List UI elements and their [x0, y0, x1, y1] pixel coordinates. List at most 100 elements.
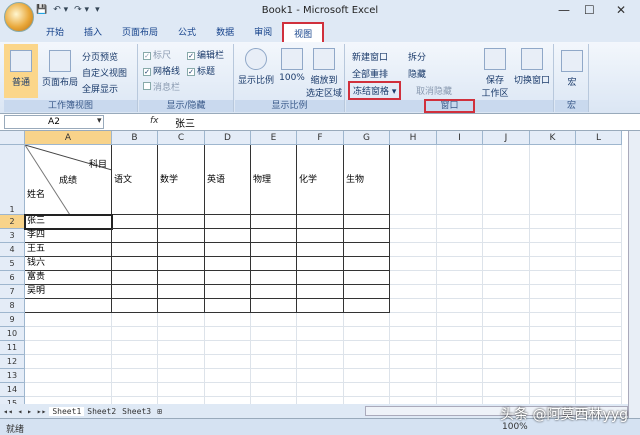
- cell-A8[interactable]: [25, 299, 112, 313]
- cell-H6[interactable]: [390, 271, 437, 285]
- cell-F2[interactable]: [297, 215, 344, 229]
- cell-J15[interactable]: [483, 397, 530, 404]
- cell-A3[interactable]: 李四: [25, 229, 112, 243]
- cell-J8[interactable]: [483, 299, 530, 313]
- cell-A15[interactable]: [25, 397, 112, 404]
- cell-A10[interactable]: [25, 327, 112, 341]
- cell-I14[interactable]: [437, 383, 483, 397]
- cell-L2[interactable]: [576, 215, 622, 229]
- column-header-G[interactable]: G: [344, 131, 390, 145]
- minimize-button[interactable]: —: [558, 3, 570, 17]
- row-header-12[interactable]: 12: [0, 355, 25, 369]
- cell-B14[interactable]: [112, 383, 158, 397]
- cell-D2[interactable]: [205, 215, 251, 229]
- cell-E15[interactable]: [251, 397, 297, 404]
- cell-H15[interactable]: [390, 397, 437, 404]
- cell-G15[interactable]: [344, 397, 390, 404]
- save-workspace-button[interactable]: 保存 工作区: [478, 48, 512, 99]
- cell-C3[interactable]: [158, 229, 205, 243]
- cell-F6[interactable]: [297, 271, 344, 285]
- cell-C1[interactable]: 数学: [158, 145, 205, 215]
- cell-J12[interactable]: [483, 355, 530, 369]
- cell-B13[interactable]: [112, 369, 158, 383]
- cell-L9[interactable]: [576, 313, 622, 327]
- column-header-K[interactable]: K: [530, 131, 576, 145]
- sheet-tab-1[interactable]: Sheet1: [49, 406, 85, 416]
- cell-K7[interactable]: [530, 285, 576, 299]
- cell-G13[interactable]: [344, 369, 390, 383]
- customize-qat-icon[interactable]: ▾: [95, 5, 100, 19]
- cell-I6[interactable]: [437, 271, 483, 285]
- custom-views-button[interactable]: 自定义视图: [82, 66, 127, 79]
- cell-K10[interactable]: [530, 327, 576, 341]
- cell-C9[interactable]: [158, 313, 205, 327]
- cell-B12[interactable]: [112, 355, 158, 369]
- cell-J3[interactable]: [483, 229, 530, 243]
- cell-J4[interactable]: [483, 243, 530, 257]
- maximize-button[interactable]: ☐: [584, 3, 595, 17]
- cell-G12[interactable]: [344, 355, 390, 369]
- cell-I12[interactable]: [437, 355, 483, 369]
- row-header-2[interactable]: 2: [0, 215, 25, 229]
- cell-A11[interactable]: [25, 341, 112, 355]
- cell-B5[interactable]: [112, 257, 158, 271]
- cell-E14[interactable]: [251, 383, 297, 397]
- insert-function-icon[interactable]: fx: [150, 116, 159, 126]
- cell-L4[interactable]: [576, 243, 622, 257]
- save-icon[interactable]: 💾: [36, 5, 47, 19]
- cell-J10[interactable]: [483, 327, 530, 341]
- cell-J11[interactable]: [483, 341, 530, 355]
- cell-I1[interactable]: [437, 145, 483, 215]
- zoom-100-button[interactable]: 100%: [275, 48, 309, 83]
- row-header-3[interactable]: 3: [0, 229, 25, 243]
- gridlines-checkbox[interactable]: ✓ 网格线: [143, 64, 180, 77]
- cell-F7[interactable]: [297, 285, 344, 299]
- cell-D3[interactable]: [205, 229, 251, 243]
- cell-I9[interactable]: [437, 313, 483, 327]
- cell-D10[interactable]: [205, 327, 251, 341]
- cell-J6[interactable]: [483, 271, 530, 285]
- page-break-preview-button[interactable]: 分页预览: [82, 50, 118, 63]
- select-all-corner[interactable]: [0, 131, 25, 145]
- tab-1[interactable]: 插入: [74, 22, 112, 42]
- cell-D5[interactable]: [205, 257, 251, 271]
- cell-A2[interactable]: 张三: [24, 214, 113, 230]
- zoom-to-selection-button[interactable]: 缩放到 选定区域: [305, 48, 343, 99]
- cell-F14[interactable]: [297, 383, 344, 397]
- cell-L1[interactable]: [576, 145, 622, 215]
- cell-G3[interactable]: [344, 229, 390, 243]
- ruler-checkbox[interactable]: ✓ 标尺: [143, 48, 171, 61]
- cell-E9[interactable]: [251, 313, 297, 327]
- cell-D9[interactable]: [205, 313, 251, 327]
- cell-L15[interactable]: [576, 397, 622, 404]
- cell-L6[interactable]: [576, 271, 622, 285]
- cell-L11[interactable]: [576, 341, 622, 355]
- tab-5[interactable]: 审阅: [244, 22, 282, 42]
- zoom-button[interactable]: 显示比例: [237, 48, 275, 86]
- cell-C10[interactable]: [158, 327, 205, 341]
- cell-E2[interactable]: [251, 215, 297, 229]
- row-header-11[interactable]: 11: [0, 341, 25, 355]
- cell-C6[interactable]: [158, 271, 205, 285]
- cell-D7[interactable]: [205, 285, 251, 299]
- cell-F12[interactable]: [297, 355, 344, 369]
- unhide-button[interactable]: 取消隐藏: [416, 84, 452, 97]
- cell-I11[interactable]: [437, 341, 483, 355]
- cell-F4[interactable]: [297, 243, 344, 257]
- cell-C13[interactable]: [158, 369, 205, 383]
- cell-I4[interactable]: [437, 243, 483, 257]
- cell-F8[interactable]: [297, 299, 344, 313]
- cell-L10[interactable]: [576, 327, 622, 341]
- cell-K6[interactable]: [530, 271, 576, 285]
- cell-F11[interactable]: [297, 341, 344, 355]
- formula-bar-checkbox[interactable]: ✓ 编辑栏: [187, 48, 224, 61]
- cell-E6[interactable]: [251, 271, 297, 285]
- name-box[interactable]: A2: [4, 115, 104, 129]
- cell-D15[interactable]: [205, 397, 251, 404]
- column-header-F[interactable]: F: [297, 131, 344, 145]
- cell-B7[interactable]: [112, 285, 158, 299]
- hide-button[interactable]: 隐藏: [408, 67, 426, 80]
- cell-D14[interactable]: [205, 383, 251, 397]
- cell-F15[interactable]: [297, 397, 344, 404]
- cell-J14[interactable]: [483, 383, 530, 397]
